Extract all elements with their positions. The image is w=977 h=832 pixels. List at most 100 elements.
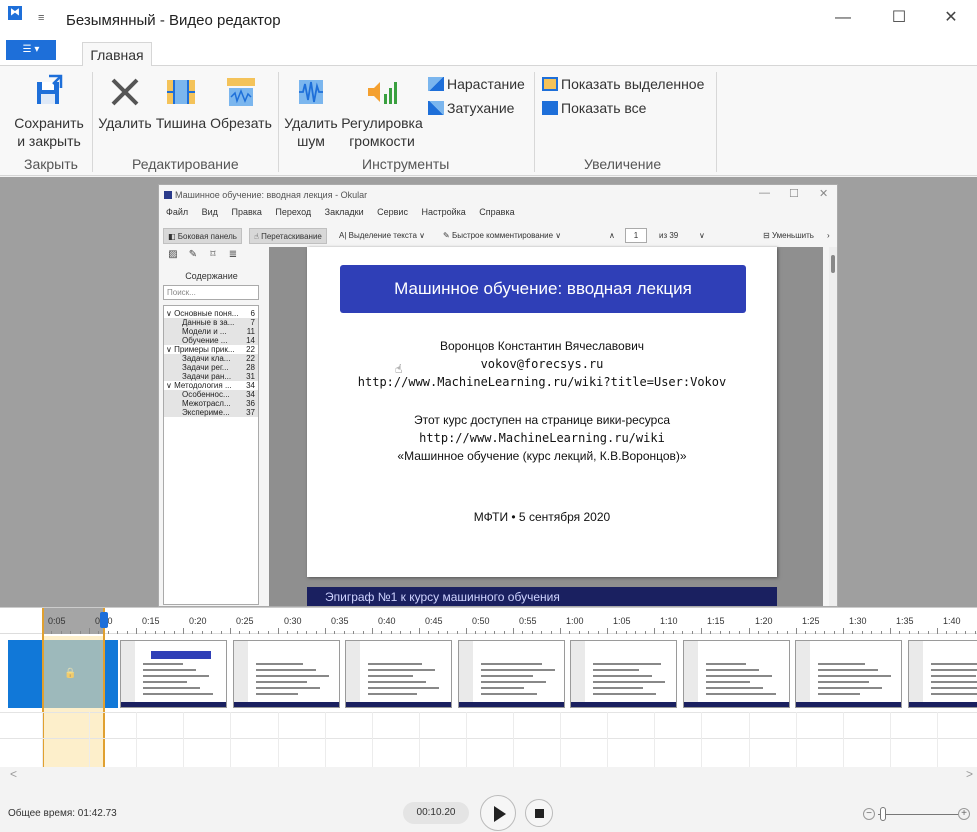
toc-item: Задачи ран... 31 <box>164 372 258 381</box>
okular-menu-item: Сервис <box>377 207 408 217</box>
zoom-all-button[interactable]: Показать все <box>542 98 646 118</box>
stop-button[interactable] <box>525 799 553 827</box>
maximize-button[interactable]: ☐ <box>876 4 922 32</box>
toc-item-label: ∨ Примеры прик... <box>166 345 235 354</box>
hand-cursor-icon: ☝ <box>395 362 403 376</box>
okular-close-icon: ✕ <box>819 188 829 200</box>
scroll-left-icon[interactable]: < <box>10 767 17 781</box>
thumbnail-text-line <box>705 663 746 665</box>
minimize-button[interactable]: — <box>820 4 866 32</box>
close-button[interactable]: ✕ <box>928 4 974 32</box>
toc-item-label: ∨ Методология ... <box>166 381 232 390</box>
thumbnail-text-line <box>255 669 316 671</box>
slide-course: «Машинное обучение (курс лекций, К.В.Вор… <box>397 449 687 463</box>
video-track[interactable]: 🔒 <box>0 636 977 712</box>
ruler-tick-label: 0:20 <box>189 616 207 626</box>
thumbnail-bottom-band <box>121 702 226 707</box>
ruler-tick-label: 1:00 <box>566 616 584 626</box>
timeline-gridline <box>890 712 891 768</box>
trim-button[interactable]: Обрезать <box>208 74 274 132</box>
fade-in-button[interactable]: Нарастание <box>428 74 525 94</box>
toc-item-page: 7 <box>250 318 255 327</box>
ruler-tick <box>80 631 81 634</box>
video-frame-thumbnail <box>570 640 677 708</box>
audio-track[interactable] <box>0 712 977 713</box>
ruler-tick <box>174 631 175 634</box>
denoise-button[interactable]: Удалить шум <box>282 74 340 150</box>
timeline-ruler[interactable]: 0:050:100:150:200:250:300:350:400:450:50… <box>0 608 977 634</box>
toc-item-label: Особеннос... <box>182 390 230 399</box>
thumbnail-text-line <box>480 693 537 695</box>
ruler-tick <box>899 631 900 634</box>
okular-scrollbar-thumb <box>831 255 835 273</box>
slide-wiki-url: http://www.MachineLearning.ru/wiki <box>419 431 665 445</box>
thumbnail-title-bar <box>151 651 211 659</box>
selection-region[interactable] <box>42 636 104 768</box>
zoom-slider-thumb[interactable] <box>880 807 886 821</box>
play-button[interactable] <box>480 795 516 831</box>
slide-author: Воронцов Константин Вячеславович <box>439 339 645 353</box>
fade-out-button[interactable]: Затухание <box>428 98 514 118</box>
quick-access-icon[interactable]: ≡ <box>38 12 44 24</box>
save-close-button[interactable]: Сохранить и закрыть <box>14 74 84 150</box>
silence-label: Тишина <box>155 115 207 131</box>
thumbnail-text-line <box>368 669 435 671</box>
ruler-tick <box>965 631 966 634</box>
ruler-tick <box>164 631 165 634</box>
zoom-all-icon <box>542 101 558 115</box>
thumbnail-text-line <box>480 687 524 689</box>
silence-button[interactable]: Тишина <box>154 74 208 132</box>
toc-item-label: Экспериме... <box>182 408 230 417</box>
ruler-tick <box>928 631 929 634</box>
file-menu-button[interactable]: ☰ ▾ <box>6 40 56 60</box>
current-time: 00:10.20 <box>403 802 469 824</box>
thumbnail-text-line <box>818 669 878 671</box>
thumbnail-text-line <box>818 681 869 683</box>
ribbon-separator <box>716 72 717 172</box>
ruler-tick <box>117 631 118 634</box>
zoom-selection-button[interactable]: Показать выделенное <box>542 74 704 94</box>
timeline-gridline <box>701 712 702 768</box>
timeline[interactable]: 0:050:100:150:200:250:300:350:400:450:50… <box>0 607 977 768</box>
okular-drag-tool: ☝ Перетаскивание <box>249 228 327 244</box>
zoom-selection-label: Показать выделенное <box>561 76 705 92</box>
toc-item-page: 37 <box>246 408 255 417</box>
selection-end-handle[interactable] <box>103 608 105 768</box>
thumbnail-text-line <box>143 681 187 683</box>
toc-item: ∨ Методология ... 34 <box>164 381 258 390</box>
ruler-tick <box>316 631 317 634</box>
scroll-right-icon[interactable]: > <box>966 767 973 781</box>
slide-title: Машинное обучение: вводная лекция <box>340 265 746 313</box>
timeline-gridline <box>843 712 844 768</box>
fade-in-icon <box>428 77 444 91</box>
delete-button[interactable]: Удалить <box>96 74 154 132</box>
annotations-icon: ✎ <box>188 249 198 260</box>
toc-item-page: 34 <box>246 381 255 390</box>
delete-cross-icon <box>111 78 139 106</box>
timeline-scrollbar[interactable]: < > <box>0 767 977 785</box>
tab-home[interactable]: Главная <box>82 42 152 67</box>
zoom-slider-track[interactable] <box>878 814 958 815</box>
thumbnail-text-line <box>255 675 329 677</box>
title-bar: ⧓ ≡ Безымянный - Видео редактор — ☐ ✕ <box>0 0 977 38</box>
playhead[interactable] <box>100 612 108 628</box>
thumbnail-text-line <box>368 687 439 689</box>
preview-okular-window: Машинное обучение: вводная лекция - Okul… <box>158 184 838 607</box>
ruler-tick <box>221 631 222 634</box>
zoom-in-button[interactable]: + <box>958 808 970 820</box>
ruler-tick <box>51 631 52 634</box>
thumbnail-sidebar <box>571 641 585 707</box>
toc-item-page: 11 <box>246 327 255 336</box>
thumbnail-text-line <box>368 693 417 695</box>
thumbnail-text-line <box>705 681 750 683</box>
ruler-tick-label: 1:20 <box>755 616 773 626</box>
ruler-tick <box>805 631 806 634</box>
group-label-tools: Инструменты <box>362 156 450 172</box>
ruler-tick <box>372 628 373 634</box>
ruler-tick <box>363 631 364 634</box>
zoom-out-button[interactable]: − <box>863 808 875 820</box>
ruler-tick <box>946 631 947 634</box>
volume-button[interactable]: Регулировка громкости <box>340 74 424 150</box>
ruler-tick <box>551 631 552 634</box>
thumbnail-text-line <box>143 663 183 665</box>
